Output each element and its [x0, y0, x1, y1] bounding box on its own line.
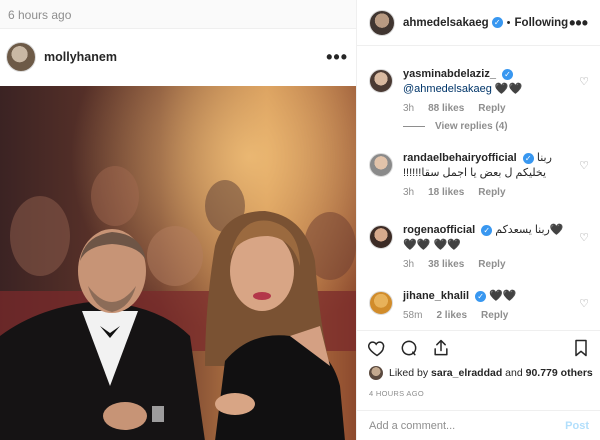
following-button[interactable]: Following	[515, 17, 569, 29]
comment-bubble-icon[interactable]	[399, 338, 419, 362]
comments-list[interactable]: yasminabdelaziz_ ✓ @ahmedelsakaeg 🖤🖤 ♡ 3…	[357, 47, 600, 329]
post-photo[interactable]	[0, 86, 356, 440]
comment-text: 🖤🖤	[489, 290, 517, 302]
comment-item: jihane_khalil ✓ 🖤🖤 ♡ 58m 2 likes Reply	[369, 289, 591, 321]
liker-avatar[interactable]	[369, 366, 383, 380]
commenter-avatar[interactable]	[369, 153, 393, 177]
post-author-avatar[interactable]	[6, 42, 36, 72]
comment-body: randaelbehairyofficial ✓ ربنا يخليكم ل ب…	[403, 151, 569, 181]
comment-likes-count[interactable]: 2 likes	[436, 310, 467, 321]
post-author-username[interactable]: mollyhanem	[44, 50, 326, 64]
comment-username[interactable]: rogenaofficial	[403, 224, 475, 236]
header-separator: •	[506, 16, 511, 29]
verified-badge-icon: ✓	[491, 17, 503, 28]
panel-author-username[interactable]: ahmedelsakaeg	[403, 17, 489, 29]
liked-by-others-link[interactable]: 90.779 others	[526, 367, 593, 379]
comment-item: randaelbehairyofficial ✓ ربنا يخليكم ل ب…	[369, 151, 591, 198]
comment-username[interactable]: jihane_khalil	[403, 290, 469, 302]
feed-time-ago: 6 hours ago	[8, 8, 72, 22]
commenter-avatar[interactable]	[369, 291, 393, 315]
comment-meta: 3h 38 likes Reply	[403, 259, 591, 270]
comment-username[interactable]: yasminabdelaziz_	[403, 68, 496, 80]
comment-age: 3h	[403, 103, 415, 114]
verified-badge-icon: ✓	[522, 152, 534, 164]
comment-like-heart-icon[interactable]: ♡	[579, 159, 589, 172]
post-photo-illustration	[0, 86, 356, 440]
comment-age: 3h	[403, 187, 415, 198]
comment-reply-button[interactable]: Reply	[478, 103, 505, 114]
commenter-avatar[interactable]	[369, 225, 393, 249]
post-action-bar	[357, 330, 600, 368]
bookmark-icon[interactable]	[571, 338, 591, 362]
comment-body: jihane_khalil ✓ 🖤🖤	[403, 289, 569, 304]
panel-author-avatar[interactable]	[369, 9, 395, 36]
comment-item: rogenaofficial ✓ ربنا يسعدكم🖤🖤🖤 🖤🖤 ♡ 3h …	[369, 223, 591, 270]
add-comment-bar: Post	[357, 410, 600, 440]
comment-reply-button[interactable]: Reply	[481, 310, 508, 321]
commenter-avatar[interactable]	[369, 69, 393, 93]
share-icon[interactable]	[431, 338, 451, 362]
comment-text: 🖤🖤	[494, 83, 523, 95]
verified-badge-icon: ✓	[481, 224, 493, 236]
view-replies-label: View replies (4)	[435, 121, 508, 132]
comment-body: rogenaofficial ✓ ربنا يسعدكم🖤🖤🖤 🖤🖤	[403, 223, 569, 253]
comment-reply-button[interactable]: Reply	[478, 259, 505, 270]
comment-likes-count[interactable]: 88 likes	[428, 103, 464, 114]
post-header: mollyhanem •••	[0, 29, 356, 85]
post-timestamp[interactable]: 4 HOURS AGO	[369, 389, 424, 398]
post-detail-panel: ahmedelsakaeg ✓ • Following ••• yasminab…	[356, 0, 600, 440]
comment-age: 3h	[403, 259, 415, 270]
verified-badge-icon: ✓	[475, 290, 487, 302]
comment-like-heart-icon[interactable]: ♡	[579, 297, 589, 310]
panel-more-options-icon[interactable]: •••	[569, 14, 588, 32]
comment-item: yasminabdelaziz_ ✓ @ahmedelsakaeg 🖤🖤 ♡ 3…	[369, 67, 591, 132]
view-replies-line	[403, 126, 425, 127]
comment-like-heart-icon[interactable]: ♡	[579, 231, 589, 244]
liked-by-line: Liked by sara_elraddad and 90.779 others	[369, 366, 593, 380]
verified-badge-icon: ✓	[502, 68, 513, 80]
liked-by-and: and	[505, 367, 523, 379]
view-replies-button[interactable]: View replies (4)	[403, 121, 591, 132]
heart-outline-icon[interactable]	[367, 338, 387, 362]
post-comment-button[interactable]: Post	[565, 420, 589, 432]
comment-meta: 3h 88 likes Reply	[403, 103, 591, 114]
comment-reply-button[interactable]: Reply	[478, 187, 505, 198]
comment-likes-count[interactable]: 18 likes	[428, 187, 464, 198]
comment-age: 58m	[403, 310, 423, 321]
comment-mention-link[interactable]: @ahmedelsakaeg	[403, 83, 492, 95]
comment-like-heart-icon[interactable]: ♡	[579, 75, 589, 88]
liked-by-prefix: Liked by	[389, 367, 429, 379]
post-more-options-icon[interactable]: •••	[326, 48, 348, 66]
panel-header: ahmedelsakaeg ✓ • Following •••	[357, 0, 600, 46]
liked-by-user-link[interactable]: sara_elraddad	[431, 367, 502, 379]
comment-meta: 58m 2 likes Reply	[403, 310, 591, 321]
add-comment-input[interactable]	[369, 419, 566, 432]
comment-likes-count[interactable]: 38 likes	[428, 259, 464, 270]
comment-body: yasminabdelaziz_ ✓ @ahmedelsakaeg 🖤🖤	[403, 67, 569, 97]
post-card: mollyhanem •••	[0, 28, 356, 440]
comment-username[interactable]: randaelbehairyofficial	[403, 152, 517, 164]
comment-meta: 3h 18 likes Reply	[403, 187, 591, 198]
